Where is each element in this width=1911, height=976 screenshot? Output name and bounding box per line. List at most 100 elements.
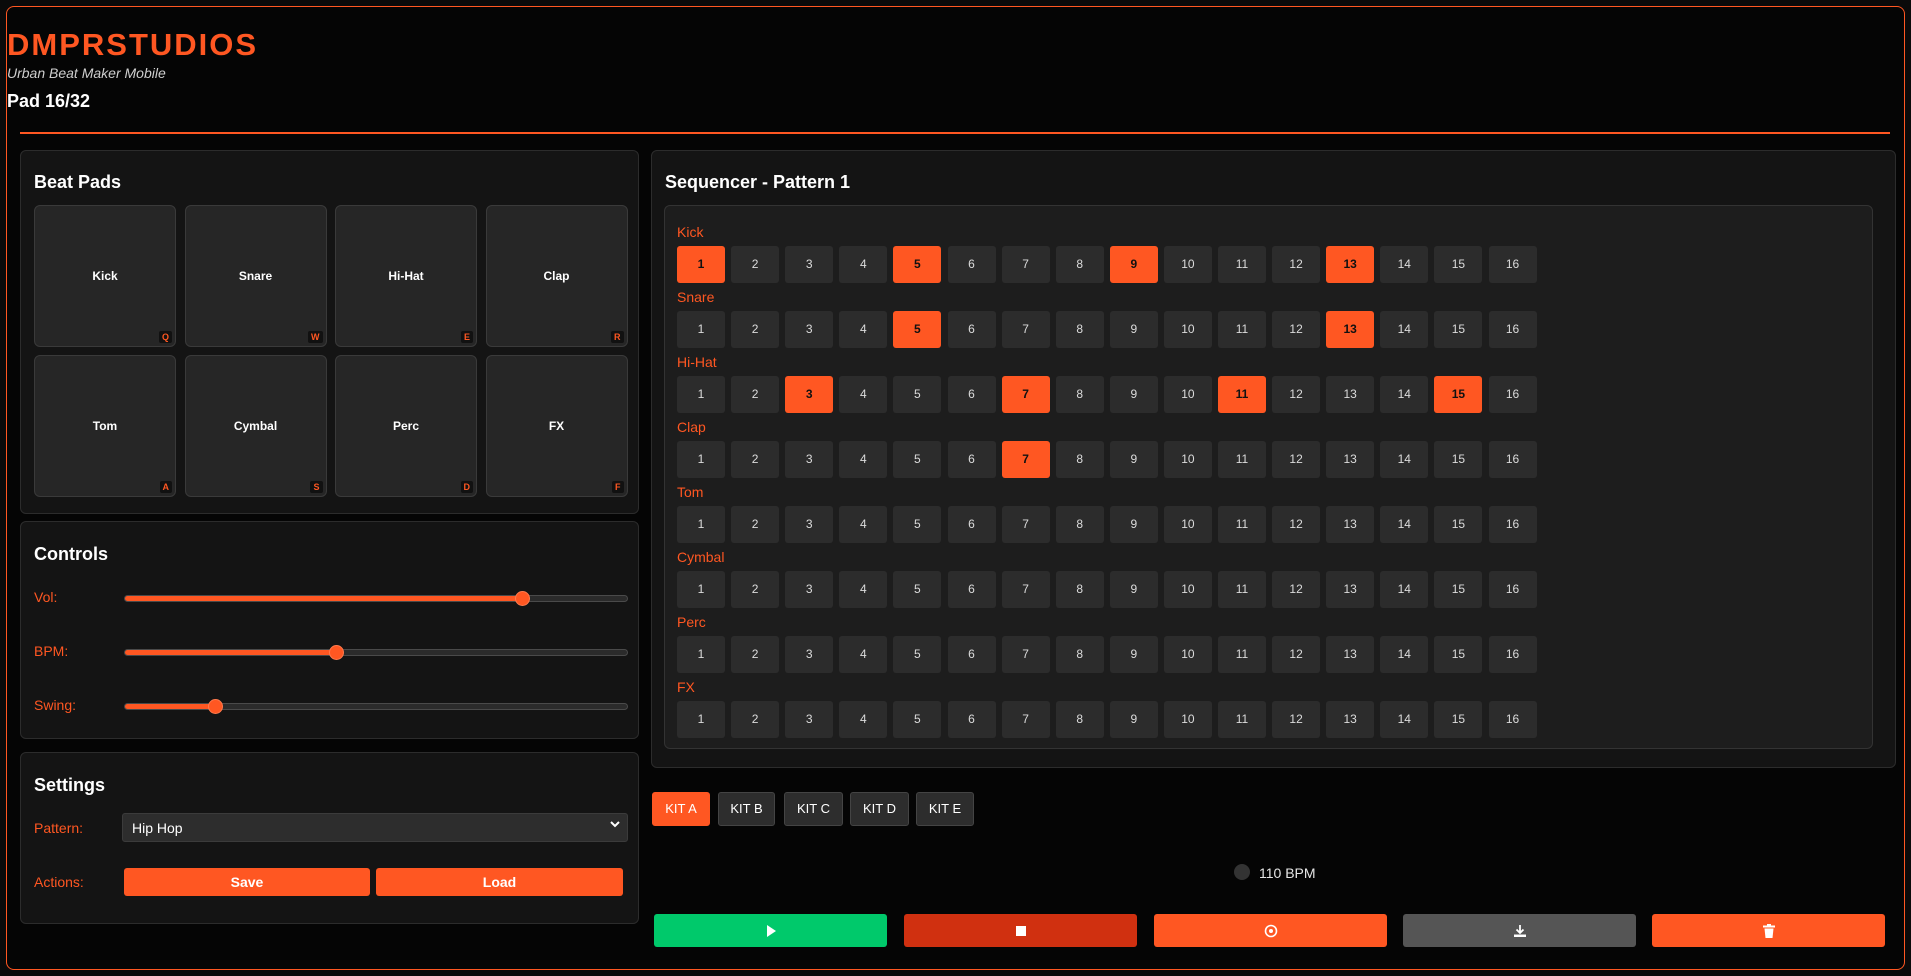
step-button[interactable]: 16 (1488, 311, 1537, 348)
download-button[interactable] (1403, 914, 1636, 947)
step-button[interactable]: 9 (1109, 571, 1158, 608)
kit-button-kit-c[interactable]: KIT C (784, 792, 843, 826)
pad-cymbal[interactable]: Cymbal S (184, 355, 327, 497)
step-button[interactable]: 4 (839, 571, 888, 608)
step-button[interactable]: 14 (1380, 441, 1429, 478)
step-button[interactable]: 2 (731, 311, 780, 348)
record-button[interactable] (1154, 914, 1387, 947)
step-button[interactable]: 3 (785, 311, 834, 348)
step-button[interactable]: 10 (1163, 506, 1212, 543)
step-button[interactable]: 8 (1055, 701, 1104, 738)
step-button[interactable]: 9 (1109, 701, 1158, 738)
step-button[interactable]: 7 (1001, 376, 1050, 413)
step-button[interactable]: 15 (1434, 571, 1483, 608)
step-button[interactable]: 9 (1109, 311, 1158, 348)
step-button[interactable]: 3 (785, 246, 834, 283)
step-button[interactable]: 6 (947, 701, 996, 738)
step-button[interactable]: 2 (731, 376, 780, 413)
step-button[interactable]: 8 (1055, 376, 1104, 413)
step-button[interactable]: 13 (1326, 311, 1375, 348)
step-button[interactable]: 10 (1163, 441, 1212, 478)
step-button[interactable]: 14 (1380, 311, 1429, 348)
pad-fx[interactable]: FX F (485, 355, 628, 497)
pattern-select[interactable]: Hip Hop (122, 813, 628, 842)
step-button[interactable]: 14 (1380, 636, 1429, 673)
step-button[interactable]: 5 (893, 701, 942, 738)
step-button[interactable]: 9 (1109, 441, 1158, 478)
play-button[interactable] (654, 914, 887, 947)
step-button[interactable]: 6 (947, 441, 996, 478)
step-button[interactable]: 6 (947, 376, 996, 413)
pad-kick[interactable]: Kick Q (34, 205, 176, 347)
vol-slider-thumb[interactable] (514, 591, 530, 606)
step-button[interactable]: 14 (1380, 376, 1429, 413)
step-button[interactable]: 10 (1163, 701, 1212, 738)
bpm-slider[interactable] (124, 645, 628, 660)
step-button[interactable]: 15 (1434, 376, 1483, 413)
step-button[interactable]: 15 (1434, 701, 1483, 738)
kit-button-kit-d[interactable]: KIT D (850, 792, 909, 826)
step-button[interactable]: 13 (1326, 636, 1375, 673)
step-button[interactable]: 5 (893, 246, 942, 283)
step-button[interactable]: 3 (785, 571, 834, 608)
step-button[interactable]: 7 (1001, 311, 1050, 348)
kit-button-kit-b[interactable]: KIT B (718, 792, 775, 826)
step-button[interactable]: 6 (947, 636, 996, 673)
step-button[interactable]: 8 (1055, 636, 1104, 673)
step-button[interactable]: 11 (1218, 376, 1266, 413)
step-button[interactable]: 1 (677, 376, 725, 413)
step-button[interactable]: 15 (1434, 636, 1483, 673)
save-button[interactable]: Save (124, 868, 370, 896)
step-button[interactable]: 10 (1163, 246, 1212, 283)
step-button[interactable]: 10 (1163, 636, 1212, 673)
step-button[interactable]: 5 (893, 636, 942, 673)
step-button[interactable]: 14 (1380, 246, 1429, 283)
step-button[interactable]: 8 (1055, 506, 1104, 543)
step-button[interactable]: 11 (1218, 441, 1266, 478)
step-button[interactable]: 7 (1001, 571, 1050, 608)
kit-button-kit-a[interactable]: KIT A (652, 792, 710, 826)
step-button[interactable]: 13 (1326, 441, 1375, 478)
step-button[interactable]: 16 (1488, 571, 1537, 608)
step-button[interactable]: 13 (1326, 376, 1375, 413)
step-button[interactable]: 5 (893, 571, 942, 608)
step-button[interactable]: 10 (1163, 376, 1212, 413)
step-button[interactable]: 9 (1109, 376, 1158, 413)
step-button[interactable]: 14 (1380, 571, 1429, 608)
step-button[interactable]: 13 (1326, 701, 1375, 738)
step-button[interactable]: 16 (1488, 636, 1537, 673)
step-button[interactable]: 4 (839, 506, 888, 543)
step-button[interactable]: 4 (839, 701, 888, 738)
step-button[interactable]: 4 (839, 636, 888, 673)
step-button[interactable]: 3 (785, 376, 834, 413)
vol-slider[interactable] (124, 591, 628, 606)
step-button[interactable]: 1 (677, 441, 725, 478)
pad-tom[interactable]: Tom A (34, 355, 176, 497)
step-button[interactable]: 16 (1488, 376, 1537, 413)
step-button[interactable]: 10 (1163, 571, 1212, 608)
step-button[interactable]: 16 (1488, 506, 1537, 543)
step-button[interactable]: 7 (1001, 441, 1050, 478)
step-button[interactable]: 15 (1434, 311, 1483, 348)
step-button[interactable]: 12 (1272, 701, 1321, 738)
step-button[interactable]: 5 (893, 441, 942, 478)
step-button[interactable]: 2 (731, 636, 780, 673)
step-button[interactable]: 14 (1380, 506, 1429, 543)
step-button[interactable]: 13 (1326, 506, 1375, 543)
step-button[interactable]: 11 (1218, 246, 1266, 283)
step-button[interactable]: 2 (731, 701, 780, 738)
step-button[interactable]: 8 (1055, 311, 1104, 348)
step-button[interactable]: 12 (1272, 571, 1321, 608)
step-button[interactable]: 16 (1488, 441, 1537, 478)
step-button[interactable]: 2 (731, 571, 780, 608)
bpm-slider-thumb[interactable] (328, 645, 344, 660)
step-button[interactable]: 1 (677, 246, 725, 283)
step-button[interactable]: 3 (785, 636, 834, 673)
step-button[interactable]: 7 (1001, 636, 1050, 673)
step-button[interactable]: 1 (677, 571, 725, 608)
step-button[interactable]: 11 (1218, 506, 1266, 543)
load-button[interactable]: Load (376, 868, 623, 896)
step-button[interactable]: 12 (1272, 246, 1321, 283)
swing-slider-thumb[interactable] (208, 699, 224, 714)
step-button[interactable]: 12 (1272, 441, 1321, 478)
